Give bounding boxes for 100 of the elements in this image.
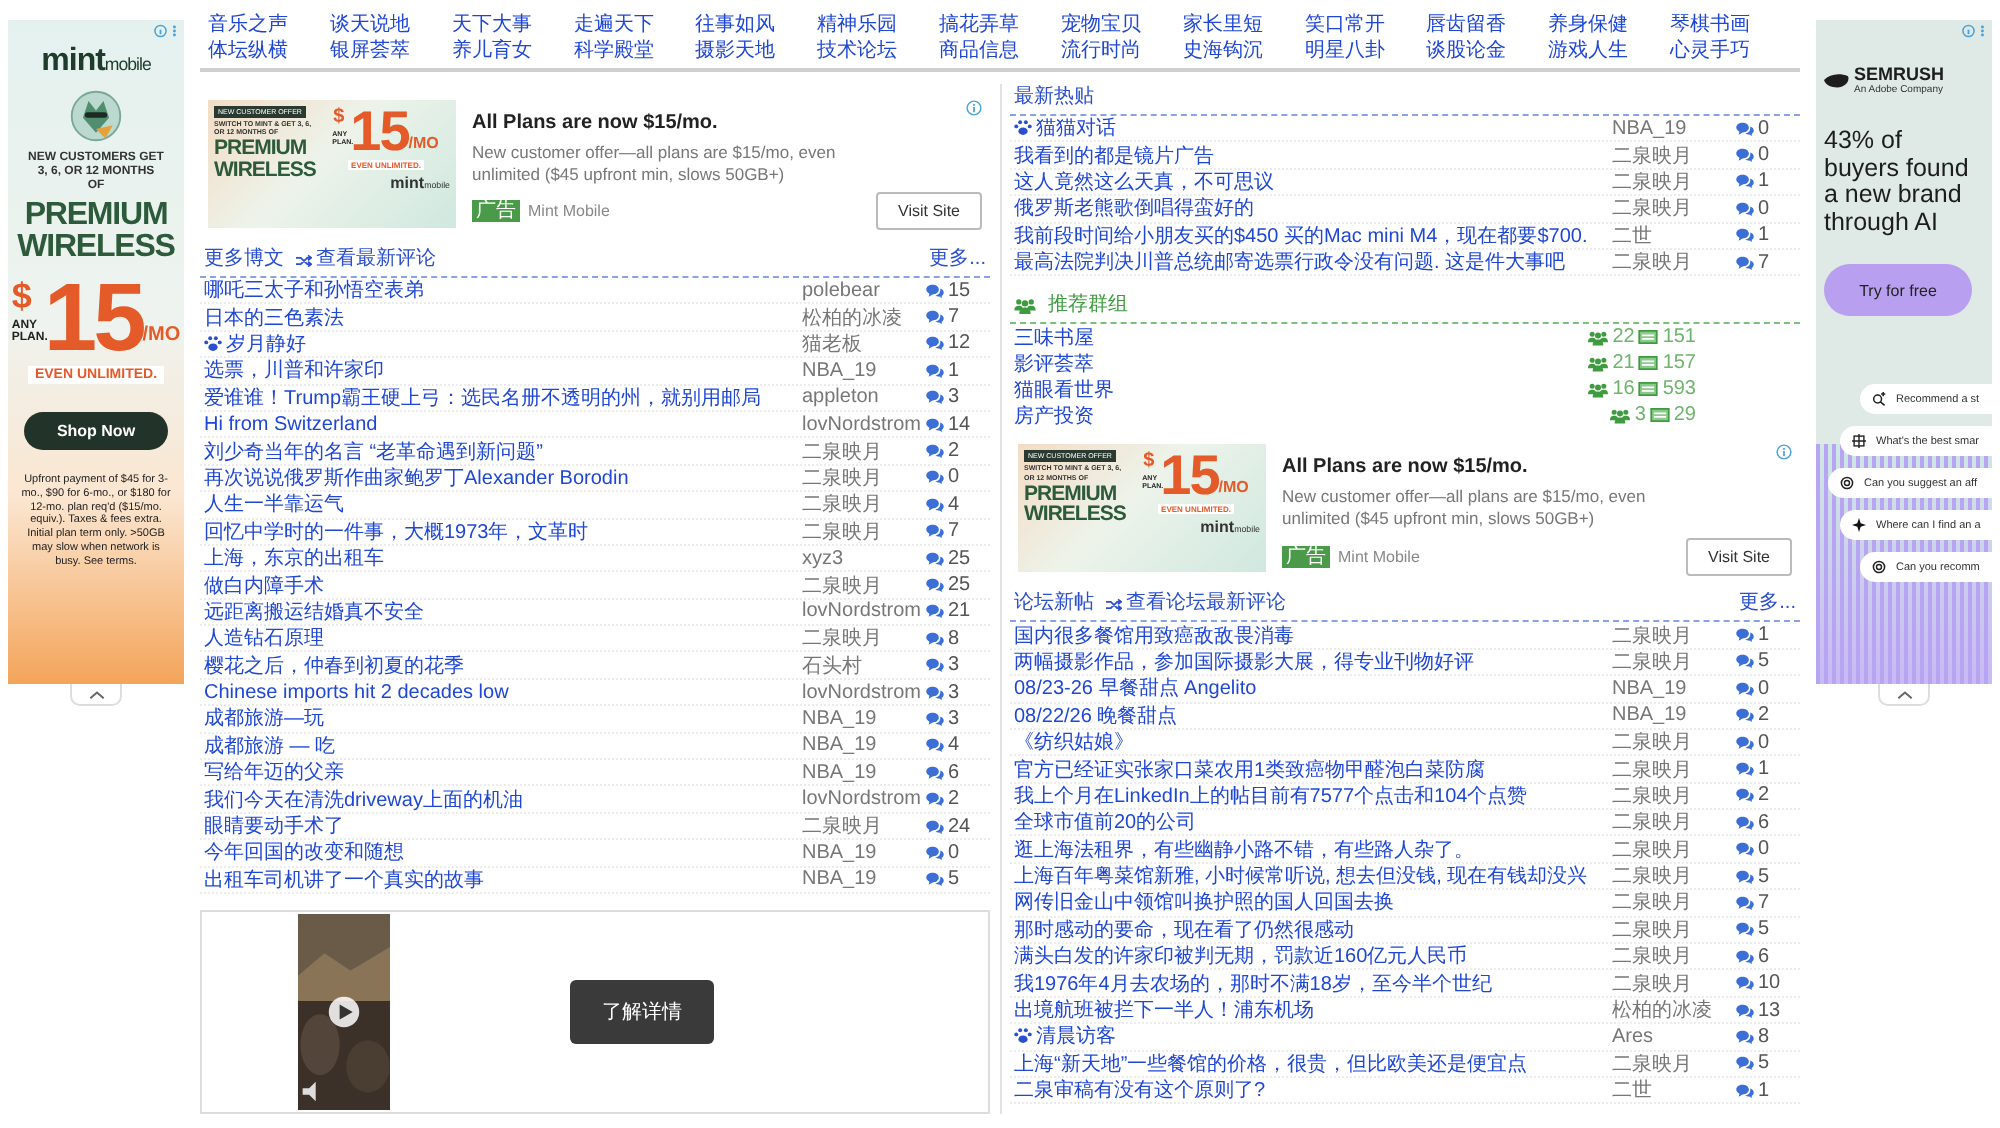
author-name[interactable]: NBA_19 (802, 359, 926, 382)
post-link[interactable]: 日本的三色素法 (204, 303, 802, 332)
post-link[interactable]: 网传旧金山中领馆叫换护照的国人回国去换 (1014, 888, 1612, 917)
post-link[interactable]: 我看到的都是镜片广告 (1014, 141, 1612, 170)
author-name[interactable]: 松柏的冰凌 (802, 303, 926, 332)
nav-link[interactable]: 史海钩沉 (1182, 38, 1305, 64)
author-name[interactable]: 二泉映月 (1612, 621, 1736, 650)
post-link[interactable]: 爱谁谁！Trump霸王硬上弓：选民名册不透明的州，就别用邮局 (204, 383, 802, 412)
post-link[interactable]: 那时感动的要命，现在看了仍然很感动 (1014, 915, 1612, 944)
more-link[interactable]: 更多... (1739, 590, 1796, 619)
author-name[interactable]: 二泉映月 (1612, 728, 1736, 757)
nav-link[interactable]: 谈天说地 (329, 12, 452, 38)
author-name[interactable]: 猫老板 (802, 329, 926, 358)
post-link[interactable]: 我1976年4月去农场的，那时不满18岁，至今半个世纪 (1014, 969, 1612, 998)
post-link[interactable]: 最高法院判决川普总统邮寄选票行政令没有问题. 这是件大事吧 (1014, 248, 1612, 277)
visit-site-button[interactable]: Visit Site (876, 192, 982, 231)
post-link[interactable]: 远距离搬运结婚真不安全 (204, 597, 802, 626)
author-name[interactable]: 二泉映月 (1612, 942, 1736, 971)
ad-choices-icon[interactable] (154, 24, 180, 38)
post-link[interactable]: 全球市值前20的公司 (1014, 808, 1612, 837)
ad-choices-icon[interactable] (1962, 24, 1988, 38)
post-link[interactable]: 逛上海法租界，有些幽静小路不错，有些路人杂了。 (1014, 835, 1612, 864)
nav-link[interactable]: 养身保健 (1548, 12, 1671, 38)
author-name[interactable]: Ares (1612, 1025, 1736, 1048)
post-link[interactable]: 国内很多餐馆用致癌敌敌畏消毒 (1014, 621, 1612, 650)
nav-link[interactable]: 琴棋书画 (1670, 12, 1792, 38)
group-link[interactable]: 房产投资 (1014, 401, 1094, 430)
author-name[interactable]: 二泉映月 (1612, 1049, 1736, 1078)
post-link[interactable]: Chinese imports hit 2 decades low (204, 681, 802, 704)
post-link[interactable]: 清晨访客 (1014, 1022, 1612, 1051)
post-link[interactable]: 做白内障手术 (204, 571, 802, 599)
post-link[interactable]: 满头白发的许家印被判无期，罚款近160亿元人民币 (1014, 942, 1612, 971)
info-icon[interactable] (966, 100, 982, 116)
post-link[interactable]: 哪吒三太子和孙悟空表弟 (204, 276, 802, 305)
post-link[interactable]: 成都旅游 — 吃 (204, 731, 802, 760)
shop-now-button[interactable]: Shop Now (24, 411, 168, 450)
group-link[interactable]: 影评荟萃 (1014, 349, 1094, 378)
post-link[interactable]: 出租车司机讲了一个真实的故事 (204, 865, 802, 894)
nav-link[interactable]: 谈股论金 (1426, 38, 1549, 64)
nav-link[interactable]: 科学殿堂 (573, 38, 696, 64)
author-name[interactable]: NBA_19 (802, 841, 926, 864)
author-name[interactable]: lovNordstrom (802, 681, 926, 704)
author-name[interactable]: 二泉映月 (1612, 915, 1736, 944)
post-link[interactable]: 俄罗斯老熊歌倒唱得蛮好的 (1014, 194, 1612, 223)
author-name[interactable]: 二泉映月 (802, 437, 926, 466)
nav-link[interactable]: 游戏人生 (1548, 38, 1671, 64)
try-for-free-button[interactable]: Try for free (1824, 264, 1972, 316)
nav-link[interactable]: 体坛纵横 (208, 38, 330, 64)
collapse-button[interactable] (1878, 684, 1930, 706)
author-name[interactable]: NBA_19 (802, 761, 926, 784)
post-link[interactable]: 08/22/26 晚餐甜点 (1014, 701, 1612, 730)
post-link[interactable]: 我前段时间给小朋友买的$450 买的Mac mini M4，现在都要$700. (1014, 221, 1612, 250)
author-name[interactable]: 二泉映月 (1612, 969, 1736, 998)
author-name[interactable]: 二泉映月 (1612, 781, 1736, 810)
author-name[interactable]: 二世 (1612, 221, 1736, 250)
post-link[interactable]: 选票，川普和许家印 (204, 356, 802, 385)
post-link[interactable]: 这人竟然这么天真，不可思议 (1014, 167, 1612, 196)
nav-link[interactable]: 摄影天地 (695, 38, 818, 64)
post-link[interactable]: 人生一半靠运气 (204, 490, 802, 519)
nav-link[interactable]: 养儿育女 (451, 38, 574, 64)
post-link[interactable]: 樱花之后，仲春到初夏的花季 (204, 651, 802, 680)
post-link[interactable]: 猫猫对话 (1014, 114, 1612, 143)
post-link[interactable]: 《纺织姑娘》 (1014, 728, 1612, 757)
post-link[interactable]: 上海，东京的出租车 (204, 544, 802, 573)
group-link[interactable]: 三味书屋 (1014, 323, 1094, 352)
nav-link[interactable]: 天下大事 (451, 12, 574, 38)
more-link[interactable]: 更多... (929, 246, 986, 274)
author-name[interactable]: 二泉映月 (1612, 755, 1736, 783)
post-link[interactable]: 官方已经证实张家口菜农用1类致癌物甲醛泡白菜防腐 (1014, 755, 1612, 783)
author-name[interactable]: 二泉映月 (1612, 888, 1736, 917)
nav-link[interactable]: 笑口常开 (1304, 12, 1427, 38)
nav-link[interactable]: 明星八卦 (1304, 38, 1427, 64)
post-link[interactable]: 上海“新天地”一些餐馆的价格，很贵，但比欧美还是便宜点 (1014, 1049, 1612, 1078)
nav-link[interactable]: 精神乐园 (817, 12, 940, 38)
author-name[interactable]: NBA_19 (1612, 117, 1736, 140)
post-link[interactable]: 今年回国的改变和随想 (204, 838, 802, 867)
author-name[interactable]: NBA_19 (802, 707, 926, 730)
nav-link[interactable]: 搞花弄草 (939, 12, 1061, 38)
author-name[interactable]: 二泉映月 (1612, 141, 1736, 170)
nav-link[interactable]: 走遍天下 (573, 12, 696, 38)
author-name[interactable]: 二世 (1612, 1076, 1736, 1105)
post-link[interactable]: 我们今天在清洗driveway上面的机油 (204, 785, 802, 814)
author-name[interactable]: NBA_19 (802, 868, 926, 891)
author-name[interactable]: lovNordstrom (802, 788, 926, 811)
post-link[interactable]: 再次说说俄罗斯作曲家鲍罗丁Alexander Borodin (204, 463, 802, 492)
post-link[interactable]: 我上个月在LinkedIn上的帖目前有7577个点击和104个点赞 (1014, 781, 1612, 810)
author-name[interactable]: 二泉映月 (802, 463, 926, 492)
collapse-button[interactable] (70, 684, 122, 706)
video-ad[interactable]: 了解详情 (200, 909, 990, 1114)
nav-link[interactable]: 流行时尚 (1060, 38, 1183, 64)
author-name[interactable]: NBA_19 (802, 734, 926, 757)
post-link[interactable]: 上海百年粤菜馆新雅, 小时候常听说, 想去但没钱, 现在有钱却没兴 (1014, 862, 1612, 891)
author-name[interactable]: 松柏的冰凌 (1612, 996, 1736, 1025)
nav-link[interactable]: 心灵手巧 (1670, 38, 1792, 64)
author-name[interactable]: 二泉映月 (1612, 167, 1736, 196)
latest-comments-link[interactable]: 查看最新评论 (296, 246, 436, 274)
ad-title[interactable]: All Plans are now $15/mo. (472, 112, 718, 134)
nav-link[interactable]: 宠物宝贝 (1060, 12, 1183, 38)
mint-ad[interactable] (8, 20, 184, 684)
author-name[interactable]: 二泉映月 (802, 571, 926, 599)
